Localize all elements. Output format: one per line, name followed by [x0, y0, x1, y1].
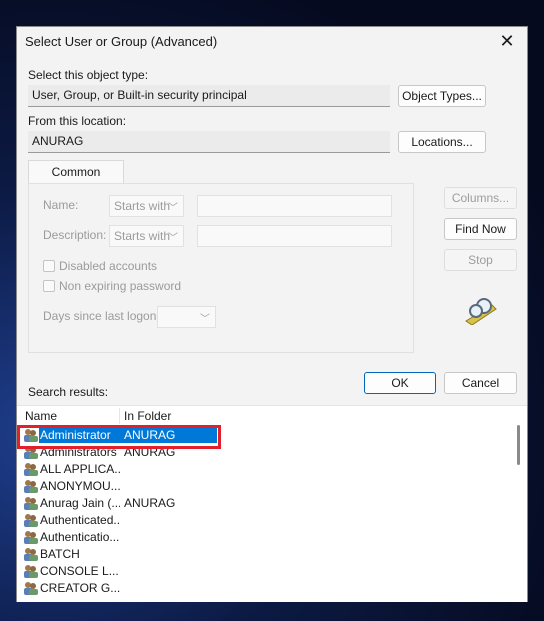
location-label: From this location:	[28, 114, 127, 128]
result-name: Anurag Jain (...	[40, 496, 120, 510]
user-group-icon	[22, 580, 39, 596]
result-name: CREATOR G...	[40, 581, 120, 595]
list-item[interactable]: Authenticated...	[17, 512, 512, 529]
days-since-logon-dropdown[interactable]: ﹀	[157, 306, 216, 328]
days-since-logon-label: Days since last logon:	[43, 309, 160, 323]
find-now-button[interactable]: Find Now	[444, 218, 517, 240]
select-user-dialog: Select User or Group (Advanced) ✕ Select…	[16, 26, 528, 602]
name-mode-dropdown[interactable]: Starts with ﹀	[109, 195, 184, 217]
result-folder: ANURAG	[124, 496, 176, 510]
column-divider[interactable]	[119, 408, 120, 424]
non-expiring-password-label: Non expiring password	[59, 279, 182, 293]
name-mode-value: Starts with	[114, 199, 171, 213]
scrollbar-thumb[interactable]	[517, 425, 520, 465]
disabled-accounts-label: Disabled accounts	[59, 259, 158, 273]
column-header-name[interactable]: Name	[25, 409, 57, 423]
name-label: Name:	[43, 198, 79, 212]
cancel-button[interactable]: Cancel	[444, 372, 517, 394]
chevron-down-icon: ﹀	[200, 314, 210, 325]
tab-common-queries[interactable]: Common Queries	[28, 160, 124, 201]
object-type-label: Select this object type:	[28, 68, 149, 82]
description-label: Description:	[43, 228, 107, 242]
object-types-button[interactable]: Object Types...	[398, 85, 486, 107]
list-item[interactable]: CREATOR G...	[17, 580, 512, 597]
user-group-icon	[22, 461, 39, 477]
description-input[interactable]	[197, 225, 392, 247]
chevron-down-icon: ﹀	[168, 233, 178, 244]
description-mode-dropdown[interactable]: Starts with ﹀	[109, 225, 184, 247]
result-name: ALL APPLICA...	[40, 462, 120, 476]
result-name: Authenticatio...	[40, 530, 120, 544]
stop-button[interactable]: Stop	[444, 249, 517, 271]
user-group-icon	[22, 563, 39, 579]
user-group-icon	[22, 529, 39, 545]
object-type-field: User, Group, or Built-in security princi…	[28, 85, 390, 107]
list-item[interactable]: BATCH	[17, 546, 512, 563]
location-field: ANURAG	[28, 131, 390, 153]
selection-highlight-box	[17, 425, 221, 449]
close-icon[interactable]: ✕	[495, 29, 519, 53]
search-results-label: Search results:	[28, 385, 109, 399]
user-group-icon	[22, 495, 39, 511]
non-expiring-password-checkbox[interactable]	[43, 280, 55, 292]
locations-button[interactable]: Locations...	[398, 131, 486, 153]
list-item[interactable]: Authenticatio...	[17, 529, 512, 546]
list-item[interactable]: CONSOLE L...	[17, 563, 512, 580]
disabled-accounts-checkbox[interactable]	[43, 260, 55, 272]
chevron-down-icon: ﹀	[168, 203, 178, 214]
list-item[interactable]: Anurag Jain (... ANURAG	[17, 495, 512, 512]
result-name: BATCH	[40, 547, 80, 561]
result-name: Authenticated...	[40, 513, 120, 527]
list-item[interactable]: ANONYMOU...	[17, 478, 512, 495]
dialog-title: Select User or Group (Advanced)	[25, 34, 218, 49]
column-header-in-folder[interactable]: In Folder	[124, 409, 171, 423]
user-group-icon	[22, 546, 39, 562]
list-item[interactable]: ALL APPLICA...	[17, 461, 512, 478]
results-scrollbar[interactable]	[513, 405, 525, 601]
ok-button[interactable]: OK	[364, 372, 436, 394]
result-name: CONSOLE L...	[40, 564, 119, 578]
common-queries-panel: Name: Starts with ﹀ Description: Starts …	[28, 183, 414, 353]
columns-button[interactable]: Columns...	[444, 187, 517, 209]
binoculars-icon	[465, 298, 497, 325]
description-mode-value: Starts with	[114, 229, 171, 243]
name-input[interactable]	[197, 195, 392, 217]
user-group-icon	[22, 478, 39, 494]
result-name: ANONYMOU...	[40, 479, 120, 493]
user-group-icon	[22, 512, 39, 528]
